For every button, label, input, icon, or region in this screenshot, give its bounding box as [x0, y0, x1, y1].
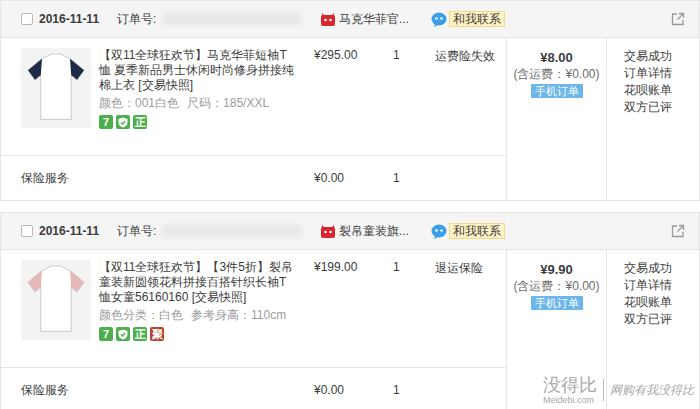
- snapshot-link[interactable]: [交易快照]: [138, 78, 193, 92]
- snapshot-link[interactable]: [交易快照]: [192, 290, 247, 304]
- status-link[interactable]: 花呗账单: [624, 82, 699, 99]
- item-price: ¥295.00: [314, 48, 357, 62]
- watermark-slogan: 网购有我没得比: [610, 382, 694, 399]
- shield-icon: [118, 117, 128, 128]
- status-link[interactable]: 交易成功: [624, 48, 699, 65]
- insurance-quantity: 1: [393, 383, 400, 397]
- item-title-block[interactable]: 【双11全球狂欢节】【3件5折】裂帛童装新圆领花料拼接百搭针织长袖T恤女童561…: [99, 260, 298, 305]
- order-number-label: 订单号:: [117, 11, 156, 28]
- wangwang-chat-icon: [431, 224, 447, 239]
- item-quantity: 1: [393, 48, 400, 62]
- guarantee-badge[interactable]: [116, 115, 130, 129]
- after-sale-service[interactable]: 退运保险: [435, 261, 483, 275]
- order-card: 2016-11-11 订单号: 马克华菲官... 和我联系【双11全球狂欢节】马克华菲…: [0, 0, 700, 201]
- shipping-fee: (含运费：¥0.00): [507, 278, 606, 294]
- order-items: 【双11全球狂欢节】马克华菲短袖T恤 夏季新品男士休闲时尚修身拼接纯棉上衣 [交…: [1, 38, 506, 200]
- badge-label: 7: [103, 115, 109, 129]
- mobile-order-tag: 手机订单: [531, 296, 583, 310]
- order-date: 2016-11-11: [39, 12, 99, 26]
- share-icon[interactable]: [671, 224, 685, 238]
- order-amount: ¥8.00(含运费：¥0.00) 手机订单: [506, 38, 606, 200]
- watermark-divider: [603, 379, 604, 401]
- order-number-redacted: [162, 12, 302, 26]
- item-row: 【双11全球狂欢节】【3件5折】裂帛童装新圆领花料拼接百搭针织长袖T恤女童561…: [1, 250, 506, 367]
- watermark-site: Meidebi.com: [543, 395, 594, 405]
- product-image[interactable]: [21, 48, 91, 128]
- badge-label: 正: [135, 327, 146, 341]
- status-link[interactable]: 花呗账单: [624, 294, 699, 311]
- status-link[interactable]: 双方已评: [624, 311, 699, 328]
- order-number-redacted: [162, 224, 302, 238]
- tmall-cat-icon: [321, 225, 335, 238]
- tmall-cat-icon: [321, 13, 335, 26]
- item-spec: 颜色分类：白色: [99, 308, 183, 322]
- order-number-label: 订单号:: [117, 223, 156, 240]
- wangwang-chat-icon: [431, 12, 447, 27]
- item-price: ¥199.00: [314, 260, 357, 274]
- shop-name[interactable]: 马克华菲官...: [339, 11, 409, 28]
- contact-label[interactable]: 和我联系: [449, 223, 505, 239]
- badge-label: 7: [103, 327, 109, 341]
- watermark: 没得比Meidebi.com 网购有我没得比: [543, 375, 694, 405]
- contact-label[interactable]: 和我联系: [449, 11, 505, 27]
- item-spec: 颜色：001白色: [99, 96, 179, 110]
- shield-icon: [118, 329, 128, 340]
- status-link[interactable]: 订单详情: [624, 65, 699, 82]
- service-badge[interactable]: 正: [133, 115, 147, 129]
- insurance-price: ¥0.00: [314, 171, 344, 185]
- service-badges: 7正: [99, 115, 298, 129]
- item-row: 【双11全球狂欢节】马克华菲短袖T恤 夏季新品男士休闲时尚修身拼接纯棉上衣 [交…: [1, 38, 506, 155]
- guarantee-badge[interactable]: [116, 327, 130, 341]
- service-badge[interactable]: 聚: [150, 327, 164, 341]
- insurance-row: 保险服务 ¥0.00 1: [1, 367, 506, 409]
- shop-link[interactable]: 裂帛童装旗...: [321, 223, 431, 240]
- item-spec: 尺码：185/XXL: [187, 96, 269, 110]
- order-checkbox[interactable]: [21, 13, 33, 25]
- order-meta: 2016-11-11 订单号:: [21, 223, 321, 240]
- order-date: 2016-11-11: [39, 224, 99, 238]
- product-photo-icon: [21, 259, 91, 341]
- status-link[interactable]: 订单详情: [624, 277, 699, 294]
- badge-label: 正: [135, 115, 146, 129]
- order-body: 【双11全球狂欢节】马克华菲短袖T恤 夏季新品男士休闲时尚修身拼接纯棉上衣 [交…: [1, 38, 699, 200]
- contact-button[interactable]: 和我联系: [431, 223, 505, 239]
- shop-link[interactable]: 马克华菲官...: [321, 11, 431, 28]
- watermark-logo-text: 没得比: [543, 375, 597, 395]
- insurance-quantity: 1: [393, 171, 400, 185]
- service-badge[interactable]: 7: [99, 327, 113, 341]
- watermark-logo: 没得比Meidebi.com: [543, 375, 597, 405]
- after-sale-service[interactable]: 运费险失效: [435, 49, 495, 63]
- shop-name[interactable]: 裂帛童装旗...: [339, 223, 409, 240]
- service-badge[interactable]: 正: [133, 327, 147, 341]
- product-photo-icon: [21, 47, 91, 129]
- item-specs: 颜色：001白色尺码：185/XXL: [99, 96, 298, 111]
- mobile-order-tag: 手机订单: [531, 84, 583, 98]
- item-title-block[interactable]: 【双11全球狂欢节】马克华菲短袖T恤 夏季新品男士休闲时尚修身拼接纯棉上衣 [交…: [99, 48, 298, 93]
- contact-button[interactable]: 和我联系: [431, 11, 505, 27]
- share-icon[interactable]: [671, 12, 685, 26]
- item-quantity: 1: [393, 260, 400, 274]
- badge-label: 聚: [152, 327, 163, 341]
- product-image[interactable]: [21, 260, 91, 340]
- service-badges: 7 正聚: [99, 327, 298, 341]
- shipping-fee: (含运费：¥0.00): [507, 66, 606, 82]
- total-price: ¥8.00: [507, 50, 606, 66]
- status-link[interactable]: 双方已评: [624, 99, 699, 116]
- order-meta: 2016-11-11 订单号:: [21, 11, 321, 28]
- insurance-label: 保险服务: [1, 170, 306, 187]
- item-spec: 参考身高：110cm: [191, 308, 286, 322]
- total-price: ¥9.90: [507, 262, 606, 278]
- insurance-row: 保险服务 ¥0.00 1: [1, 155, 506, 200]
- order-header: 2016-11-11 订单号: 裂帛童装旗... 和我联系: [1, 213, 699, 250]
- insurance-label: 保险服务: [1, 382, 306, 399]
- item-specs: 颜色分类：白色参考身高：110cm: [99, 308, 298, 323]
- order-checkbox[interactable]: [21, 225, 33, 237]
- order-header: 2016-11-11 订单号: 马克华菲官... 和我联系: [1, 1, 699, 38]
- item-title[interactable]: 【双11全球狂欢节】马克华菲短袖T恤 夏季新品男士休闲时尚修身拼接纯棉上衣: [99, 48, 294, 92]
- service-badge[interactable]: 7: [99, 115, 113, 129]
- order-items: 【双11全球狂欢节】【3件5折】裂帛童装新圆领花料拼接百搭针织长袖T恤女童561…: [1, 250, 506, 409]
- status-link[interactable]: 交易成功: [624, 260, 699, 277]
- insurance-price: ¥0.00: [314, 383, 344, 397]
- order-status: 交易成功订单详情花呗账单双方已评: [606, 38, 699, 200]
